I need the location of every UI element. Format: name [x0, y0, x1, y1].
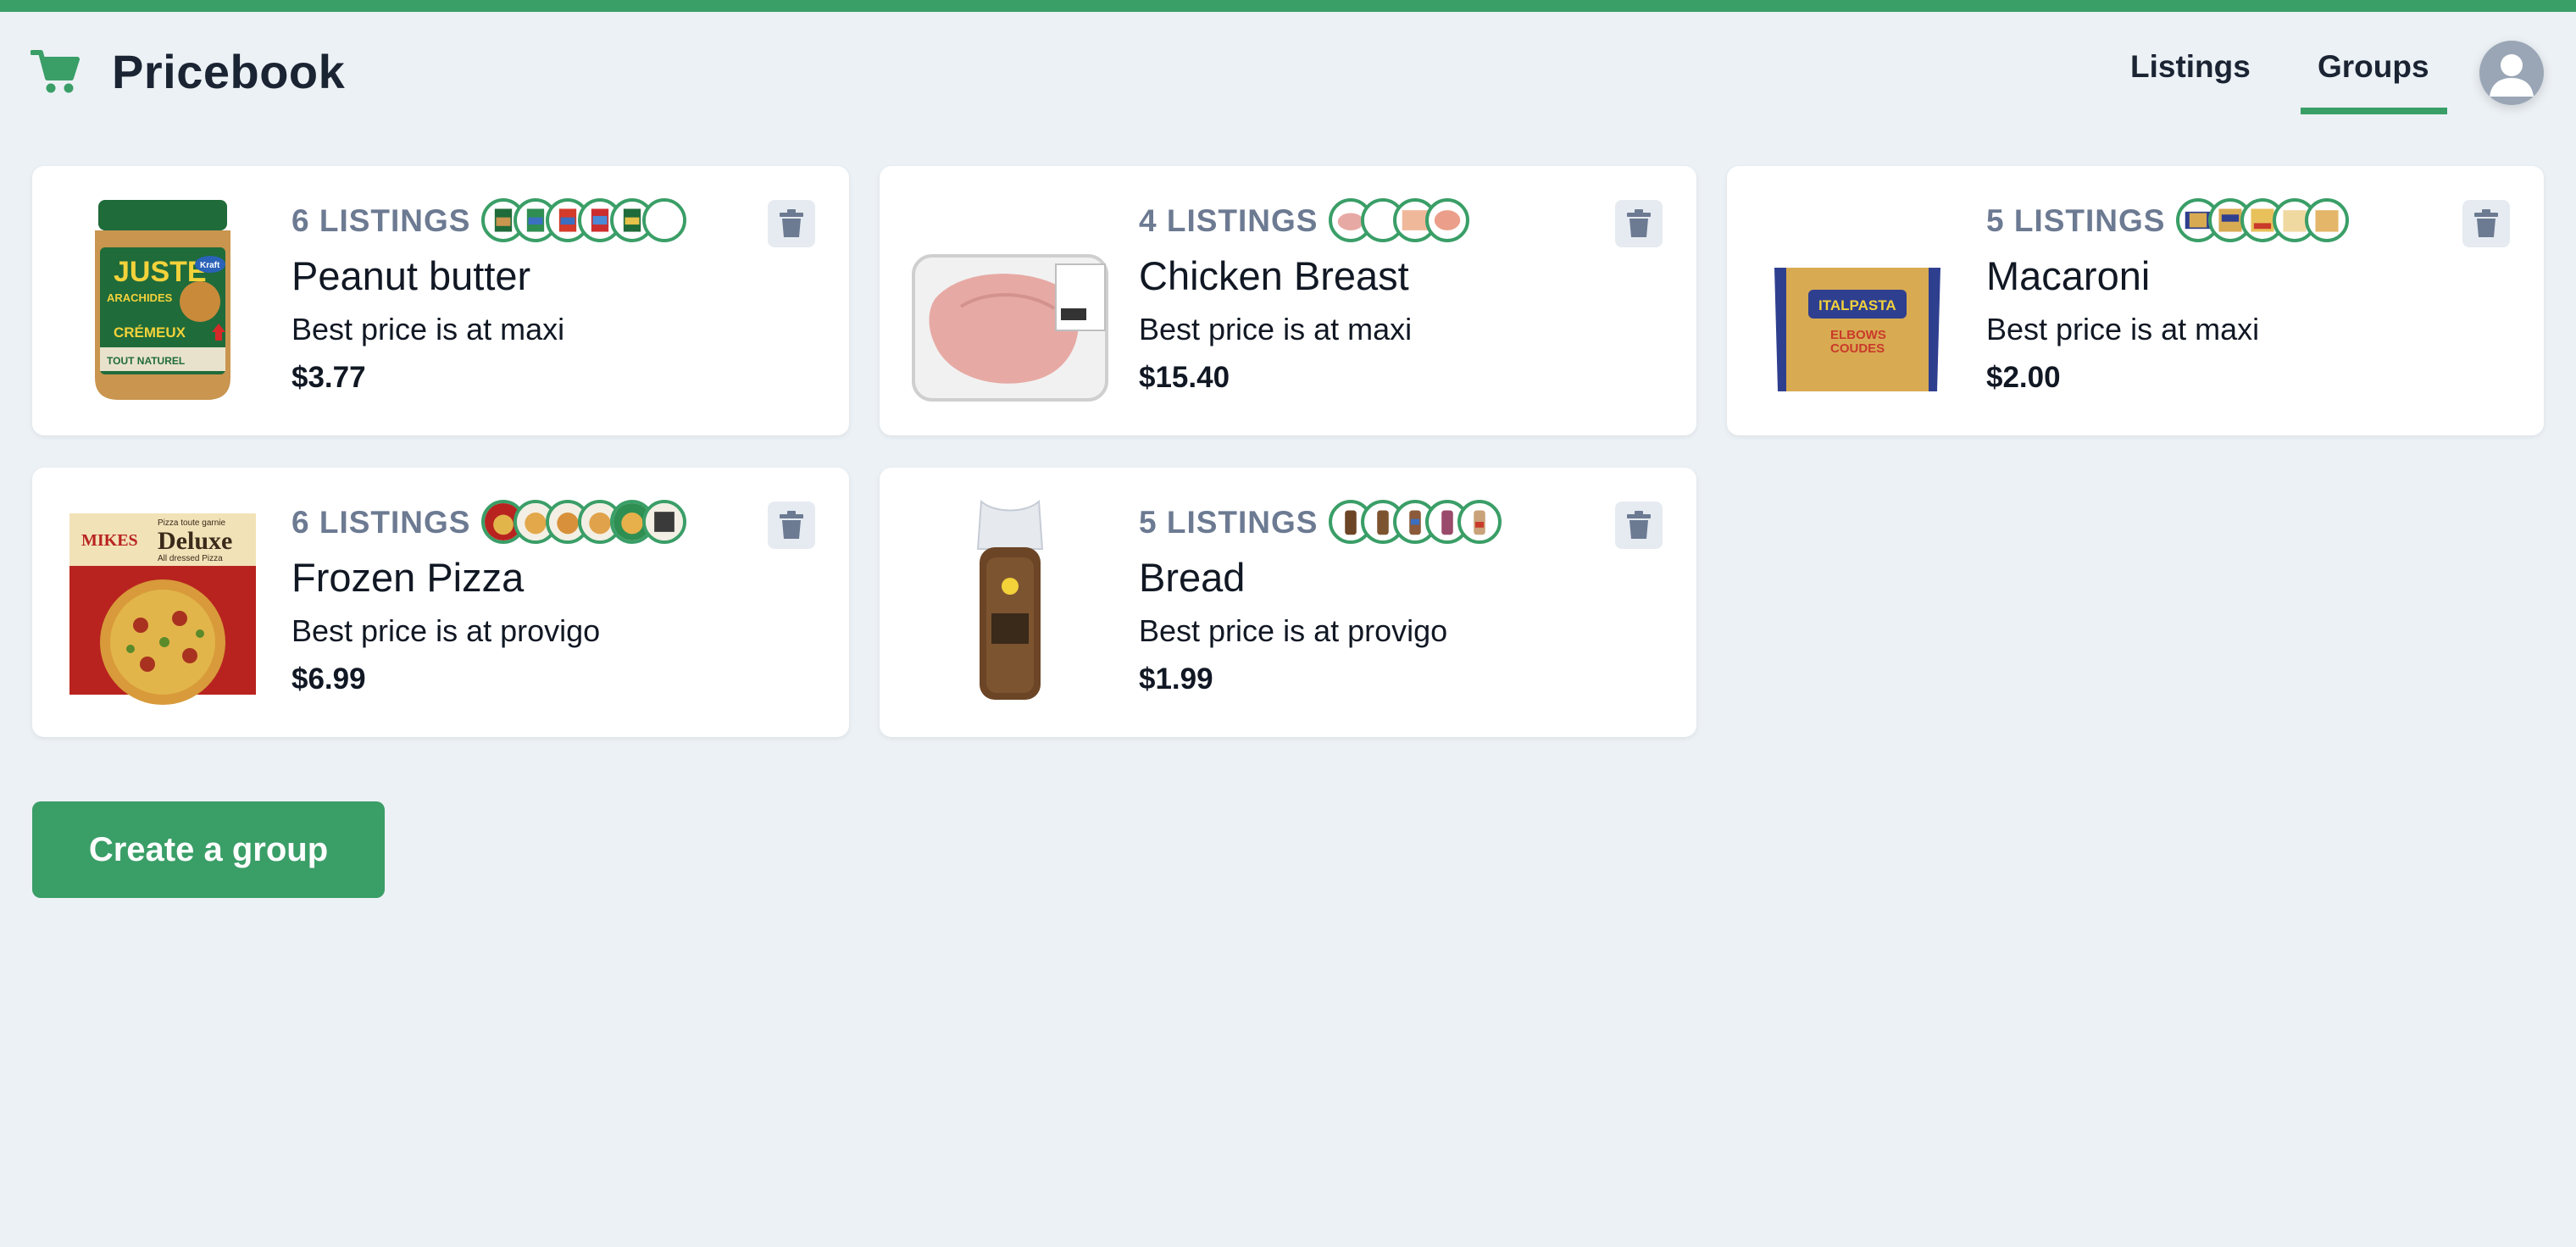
group-card-bread[interactable]: 5 LISTINGS Bread Best price is at provig… [880, 468, 1696, 737]
best-price-store: Best price is at provigo [291, 613, 601, 648]
best-price: $1.99 [1139, 662, 1213, 696]
delete-group-button[interactable] [1615, 200, 1663, 247]
listing-thumb[interactable] [642, 198, 686, 242]
listing-thumbnails [1329, 198, 1469, 247]
best-price: $3.77 [291, 361, 366, 394]
label-elbows: ELBOWS [1830, 328, 1886, 342]
shopping-cart-icon [31, 49, 80, 92]
best-price-store: Best price is at maxi [291, 312, 565, 346]
best-price: $15.40 [1139, 361, 1230, 394]
active-tab-indicator [2301, 108, 2447, 114]
listing-thumb[interactable] [1425, 198, 1469, 242]
group-card-frozen-pizza[interactable]: MIKES Deluxe Pizza toute garnie All dres… [32, 468, 849, 737]
user-avatar[interactable] [2479, 41, 2544, 105]
label-kraft: Kraft [200, 261, 220, 270]
listing-thumb[interactable] [1457, 500, 1502, 544]
group-card-macaroni[interactable]: ITALPASTA ELBOWS COUDES 5 LISTINGS Macar… [1727, 166, 2544, 435]
label-coudes: COUDES [1830, 341, 1885, 356]
listing-count: 5 LISTINGS [1986, 203, 2166, 238]
listing-count: 6 LISTINGS [291, 505, 471, 540]
app-title: Pricebook [112, 45, 346, 98]
delete-group-button[interactable] [1615, 502, 1663, 549]
product-image [910, 498, 1110, 707]
delete-group-button[interactable] [768, 502, 815, 549]
trash-icon [780, 209, 803, 237]
label-arachides: ARACHIDES [107, 291, 173, 304]
nav-groups[interactable]: Groups [2318, 49, 2429, 85]
listing-thumbnails [1329, 500, 1502, 549]
delete-group-button[interactable] [768, 200, 815, 247]
group-name: Macaroni [1986, 253, 2151, 298]
best-price-store: Best price is at maxi [1986, 312, 2260, 346]
product-image: MIKES Deluxe Pizza toute garnie All dres… [63, 498, 263, 707]
group-card-chicken-breast[interactable]: 4 LISTINGS Chicken Breast Best price is … [880, 166, 1696, 435]
listing-count: 6 LISTINGS [291, 203, 471, 238]
create-group-button[interactable]: Create a group [32, 801, 385, 898]
label-cremeux: CRÉMEUX [114, 324, 186, 341]
product-image: JUSTE ARACHIDES Kraft CRÉMEUX TOUT NATUR… [63, 197, 263, 405]
trash-icon [780, 511, 803, 539]
product-image [910, 197, 1110, 405]
brand[interactable]: Pricebook [31, 44, 345, 99]
group-name: Chicken Breast [1139, 253, 1409, 298]
nav-listings[interactable]: Listings [2130, 49, 2251, 85]
group-name: Bread [1139, 555, 1246, 600]
delete-group-button[interactable] [2462, 200, 2510, 247]
top-accent-bar [0, 0, 2576, 12]
listing-thumb[interactable] [642, 500, 686, 544]
user-icon [2490, 54, 2534, 97]
trash-icon [1627, 209, 1651, 237]
listing-thumb[interactable] [2305, 198, 2349, 242]
listing-count: 5 LISTINGS [1139, 505, 1319, 540]
group-card-peanut-butter[interactable]: JUSTE ARACHIDES Kraft CRÉMEUX TOUT NATUR… [32, 166, 849, 435]
product-image: ITALPASTA ELBOWS COUDES [1757, 197, 1957, 405]
listing-thumbnails [481, 500, 686, 549]
trash-icon [1627, 511, 1651, 539]
listing-thumbnails [2176, 198, 2349, 247]
group-name: Frozen Pizza [291, 555, 525, 600]
label-deluxe: Deluxe [158, 527, 232, 555]
label-mikes: MIKES [81, 531, 138, 550]
best-price-store: Best price is at provigo [1139, 613, 1448, 648]
label-all-dressed: All dressed Pizza [158, 554, 223, 563]
listing-thumbnails [481, 198, 686, 247]
label-pizza-toute-garnie: Pizza toute garnie [158, 518, 225, 528]
trash-icon [2474, 209, 2498, 237]
group-name: Peanut butter [291, 253, 531, 298]
best-price-store: Best price is at maxi [1139, 312, 1413, 346]
label-tout-naturel: TOUT NATUREL [107, 355, 185, 367]
listing-count: 4 LISTINGS [1139, 203, 1319, 238]
label-italpasta: ITALPASTA [1818, 297, 1896, 313]
best-price: $2.00 [1986, 361, 2061, 394]
best-price: $6.99 [291, 662, 366, 696]
